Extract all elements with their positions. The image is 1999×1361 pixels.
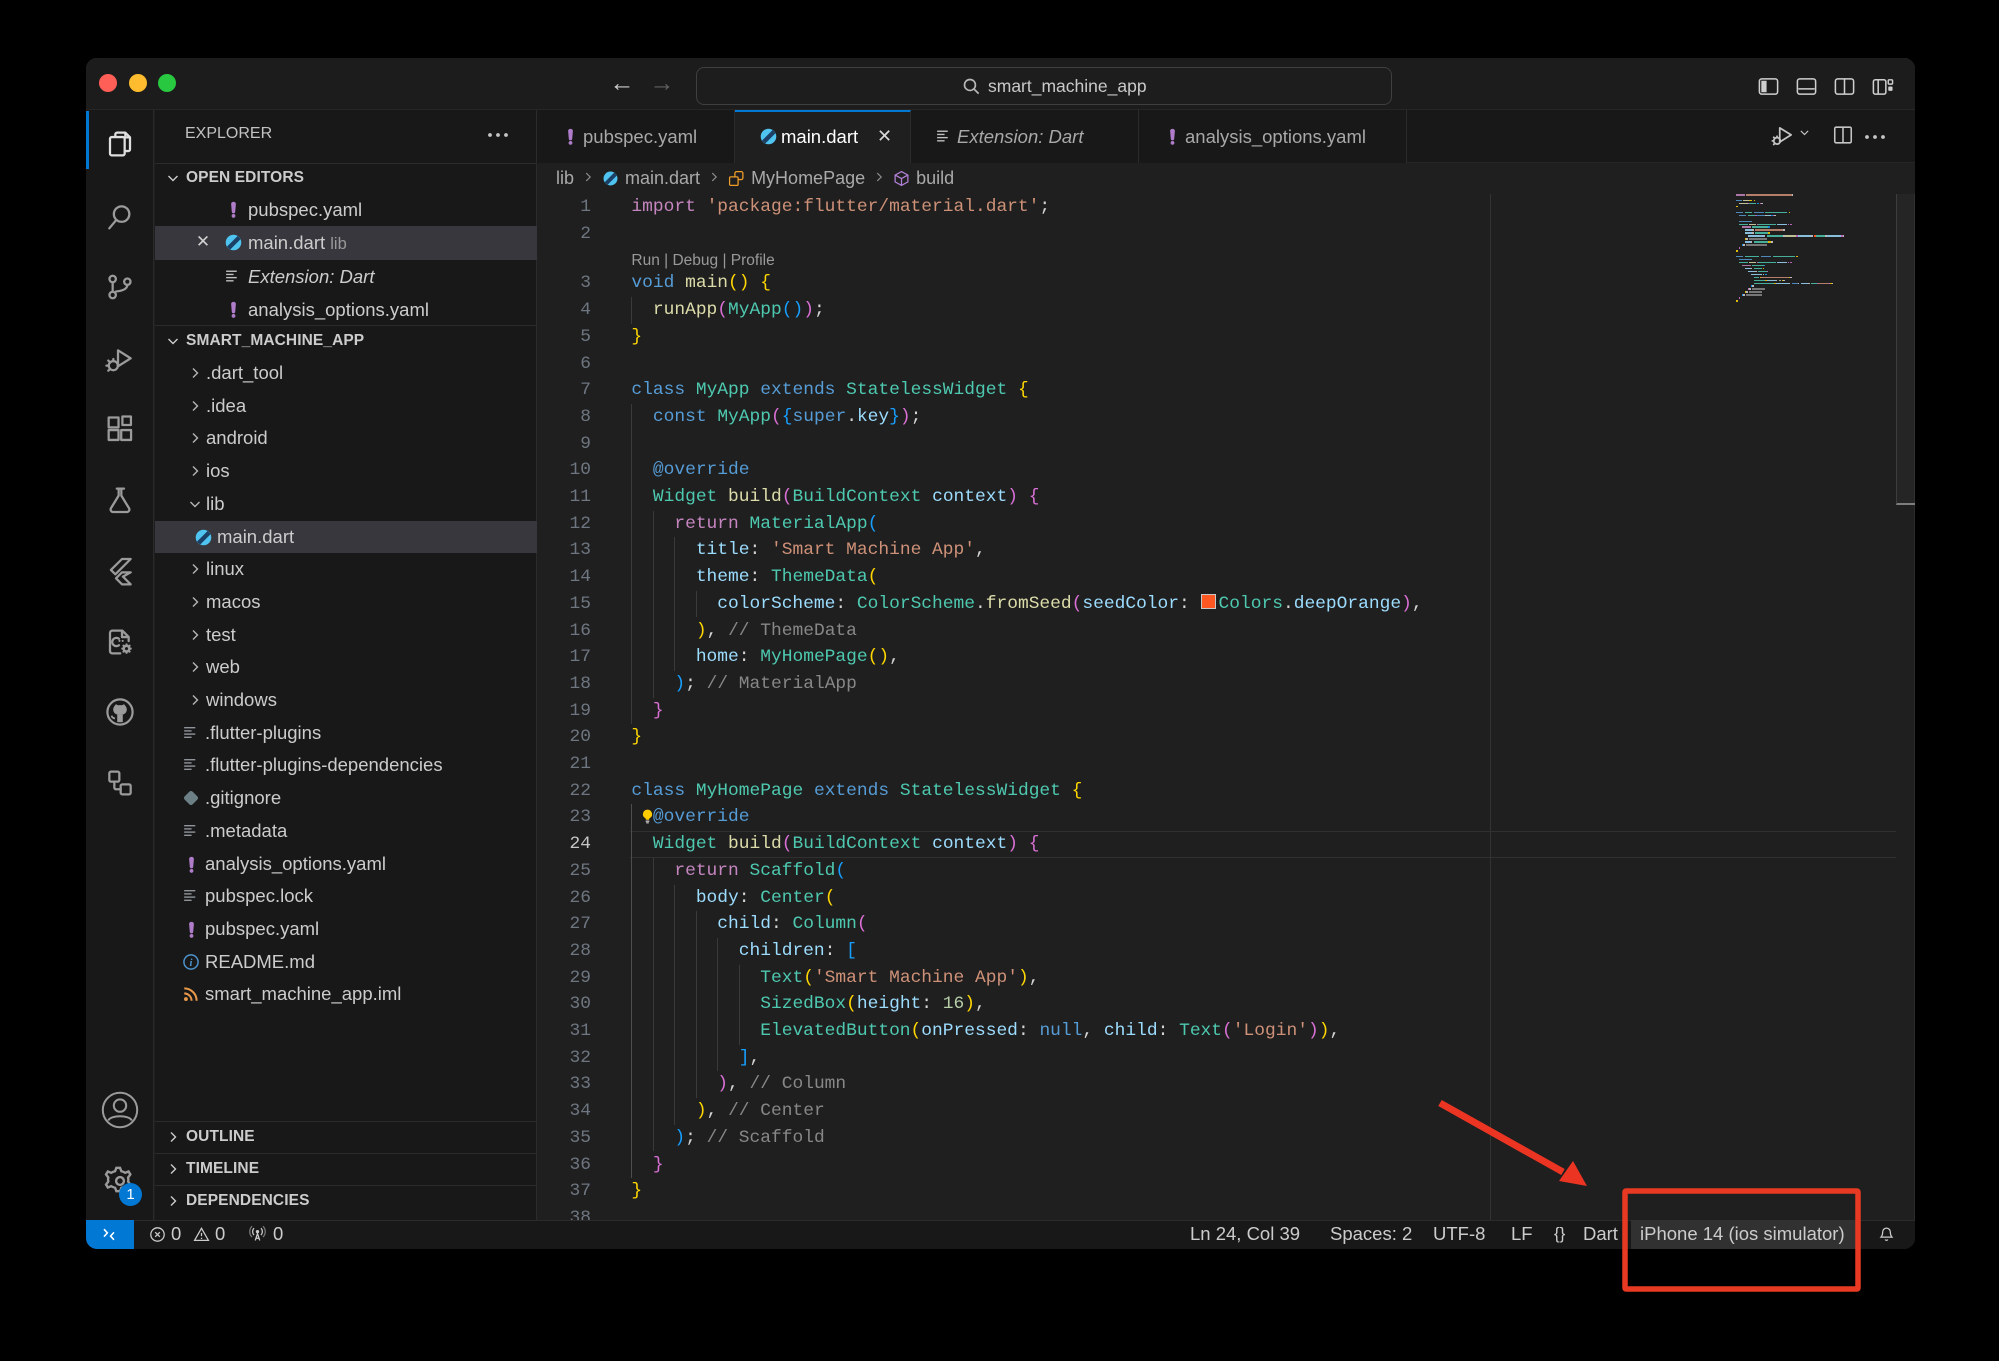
svg-text:i: i	[190, 956, 193, 968]
